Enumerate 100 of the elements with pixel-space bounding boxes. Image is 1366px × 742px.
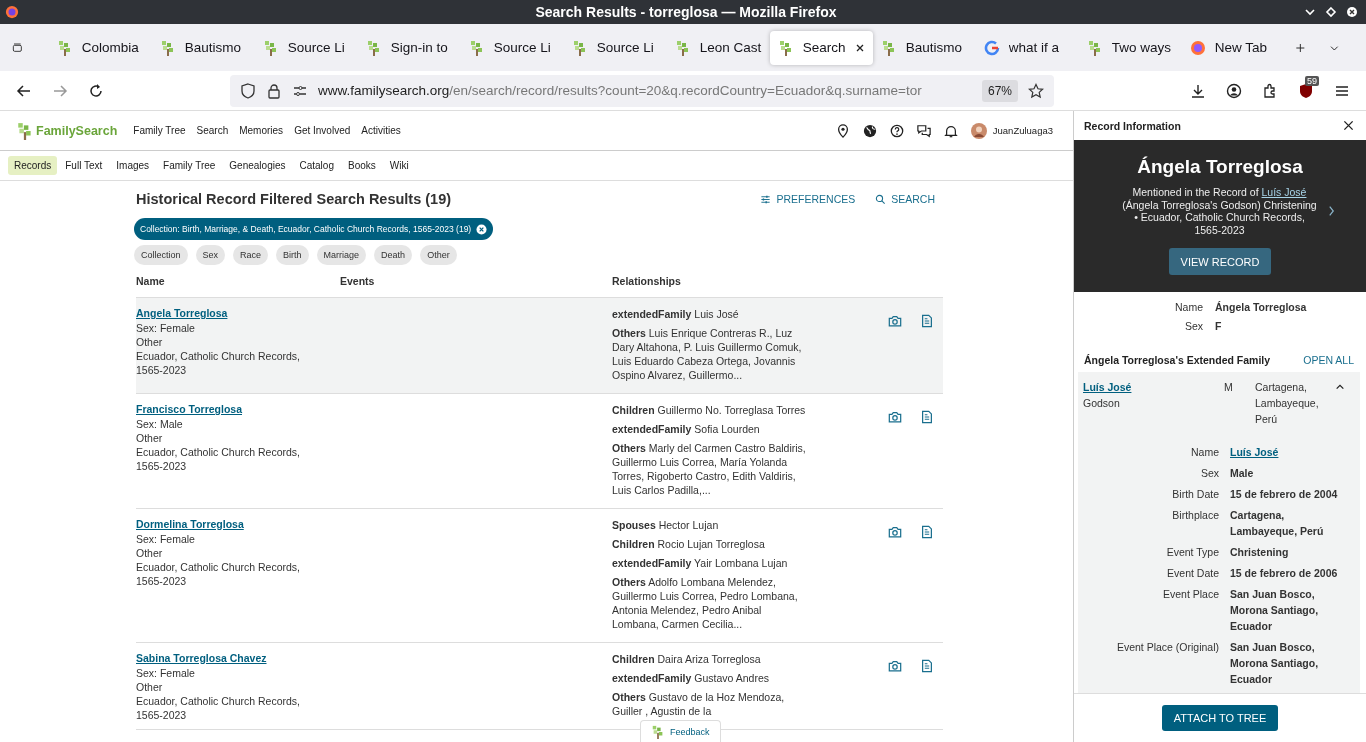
- lock-icon[interactable]: [266, 82, 282, 99]
- document-icon[interactable]: [920, 525, 934, 539]
- nav-link[interactable]: Family Tree: [133, 125, 186, 136]
- puzzle-icon[interactable]: [1262, 82, 1278, 99]
- user-menu[interactable]: JuanZuluaga3: [970, 122, 1053, 139]
- filter-button[interactable]: Sex: [195, 245, 226, 265]
- member-place: Cartagena, Lambayeque, Perú: [1255, 380, 1320, 427]
- filter-button[interactable]: Marriage: [316, 245, 367, 265]
- feedback-button[interactable]: Feedback: [640, 720, 721, 742]
- location-pin-icon[interactable]: [835, 123, 850, 138]
- shield-icon[interactable]: [1298, 82, 1314, 99]
- subnav-tab[interactable]: Family Tree: [157, 156, 222, 175]
- action-link[interactable]: PREFERENCES: [760, 193, 856, 205]
- browser-tab[interactable]: Colombia: [48, 30, 152, 65]
- detail-value: 15 de febrero de 2004: [1230, 487, 1339, 502]
- maximize-icon[interactable]: [1325, 6, 1337, 18]
- browser-tab[interactable]: what if a: [975, 30, 1079, 65]
- person-name: Ángela Torreglosa: [1137, 156, 1303, 178]
- filter-button[interactable]: Collection: [134, 245, 188, 265]
- document-icon[interactable]: [920, 410, 934, 424]
- member-sex: M: [1224, 380, 1234, 395]
- nav-link[interactable]: Activities: [361, 125, 401, 136]
- close-tab-icon[interactable]: [854, 42, 865, 53]
- attach-to-tree-button[interactable]: ATTACH TO TREE: [1161, 705, 1279, 731]
- browser-tab[interactable]: Leon Cast: [666, 30, 770, 65]
- document-icon[interactable]: [920, 314, 934, 328]
- zoom-level[interactable]: 67%: [981, 79, 1018, 102]
- relationship-text: extendedFamily Gustavo Andres: [612, 671, 770, 685]
- subnav-tab[interactable]: Images: [110, 156, 156, 175]
- camera-icon[interactable]: [888, 525, 902, 539]
- person-link[interactable]: Angela Torreglosa: [136, 307, 228, 319]
- browser-tab[interactable]: Bautismo: [151, 30, 255, 65]
- search-icon: [875, 193, 887, 205]
- chat-icon[interactable]: [916, 123, 931, 138]
- bookmark-star-icon[interactable]: [1028, 82, 1044, 99]
- filter-chip[interactable]: Collection: Birth, Marriage, & Death, Ecuador, Catholic Church Records, 1565-2023 (19): [134, 218, 494, 240]
- camera-icon[interactable]: [888, 410, 902, 424]
- person-link[interactable]: Francisco Torreglosa: [136, 403, 242, 415]
- subnav-tab[interactable]: Full Text: [59, 156, 109, 175]
- nav-link[interactable]: Memories: [239, 125, 284, 136]
- close-icon[interactable]: [1346, 6, 1358, 18]
- detail-value: Male: [1230, 466, 1255, 481]
- document-icon[interactable]: [920, 659, 934, 673]
- browser-tab[interactable]: Bautismo: [872, 30, 976, 65]
- nav-link[interactable]: Search: [196, 125, 229, 136]
- tree-icon: [159, 39, 176, 56]
- fact-value: Ángela Torreglosa: [1215, 301, 1308, 313]
- subnav-tab[interactable]: Wiki: [383, 156, 415, 175]
- detail-link[interactable]: Luís José: [1230, 444, 1360, 460]
- globe-icon[interactable]: [862, 123, 877, 138]
- nav-link[interactable]: Get Involved: [294, 125, 351, 136]
- person-link[interactable]: Dormelina Torreglosa: [136, 518, 244, 530]
- remove-icon[interactable]: [476, 223, 488, 235]
- browser-tab[interactable]: Two ways: [1078, 30, 1182, 65]
- browser-tab[interactable]: Search: [769, 30, 873, 65]
- caret-icon[interactable]: [1335, 382, 1345, 392]
- camera-icon[interactable]: [888, 659, 902, 673]
- filter-button[interactable]: Other: [420, 245, 457, 265]
- download-icon[interactable]: [1190, 82, 1206, 99]
- forward-icon[interactable]: [52, 82, 68, 99]
- detail-value: 15 de febrero de 2006: [1230, 566, 1339, 581]
- reload-icon[interactable]: [88, 82, 104, 99]
- close-icon[interactable]: [1343, 120, 1354, 131]
- column-header: Events: [340, 275, 376, 287]
- tree-icon: [1086, 39, 1103, 56]
- member-link[interactable]: Luís José: [1083, 379, 1224, 395]
- relationship-text: Children Rocio Lujan Torreglosa: [612, 537, 766, 551]
- view-record-button[interactable]: VIEW RECORD: [1168, 248, 1272, 275]
- browser-tab[interactable]: New Tab: [1181, 30, 1285, 65]
- browser-tab[interactable]: Source Li: [563, 30, 667, 65]
- minimize-icon[interactable]: [1304, 6, 1316, 18]
- account-icon[interactable]: [1226, 82, 1242, 99]
- shield-icon[interactable]: [240, 82, 256, 99]
- browser-tab[interactable]: Source Li: [460, 30, 564, 65]
- help-icon[interactable]: [889, 123, 904, 138]
- fact-value: F: [1215, 320, 1223, 332]
- filter-button[interactable]: Death: [374, 245, 413, 265]
- subnav-tab[interactable]: Genealogies: [223, 156, 292, 175]
- record-detail: Other: [136, 335, 164, 349]
- filter-button[interactable]: Race: [233, 245, 269, 265]
- chevron-right-icon[interactable]: [1327, 205, 1335, 217]
- filter-button[interactable]: Birth: [276, 245, 309, 265]
- address-bar[interactable]: www.familysearch.org/en/search/record/results?count=20&q.recordCountry=Ecuador&q.surname=tor 67%: [230, 74, 1054, 107]
- tree-icon: [56, 39, 73, 56]
- browser-tab[interactable]: Sign-in to: [357, 30, 461, 65]
- camera-icon[interactable]: [888, 314, 902, 328]
- relation-text: Godson: [1083, 396, 1121, 411]
- open-all-link[interactable]: OPEN ALL: [1303, 354, 1354, 366]
- bell-icon[interactable]: [943, 123, 958, 138]
- subnav-tab[interactable]: Books: [341, 156, 382, 175]
- tree-icon: [571, 39, 588, 56]
- person-link[interactable]: Sabina Torreglosa Chavez: [136, 652, 267, 664]
- subnav-tab[interactable]: Catalog: [293, 156, 340, 175]
- browser-tab[interactable]: Source Li: [254, 30, 358, 65]
- result-row[interactable]: [136, 298, 943, 394]
- back-icon[interactable]: [16, 82, 32, 99]
- action-link[interactable]: SEARCH: [875, 193, 935, 205]
- record-link[interactable]: Luís José: [1261, 186, 1307, 198]
- record-detail: Sex: Female: [136, 532, 196, 546]
- subnav-tab[interactable]: Records: [8, 156, 58, 175]
